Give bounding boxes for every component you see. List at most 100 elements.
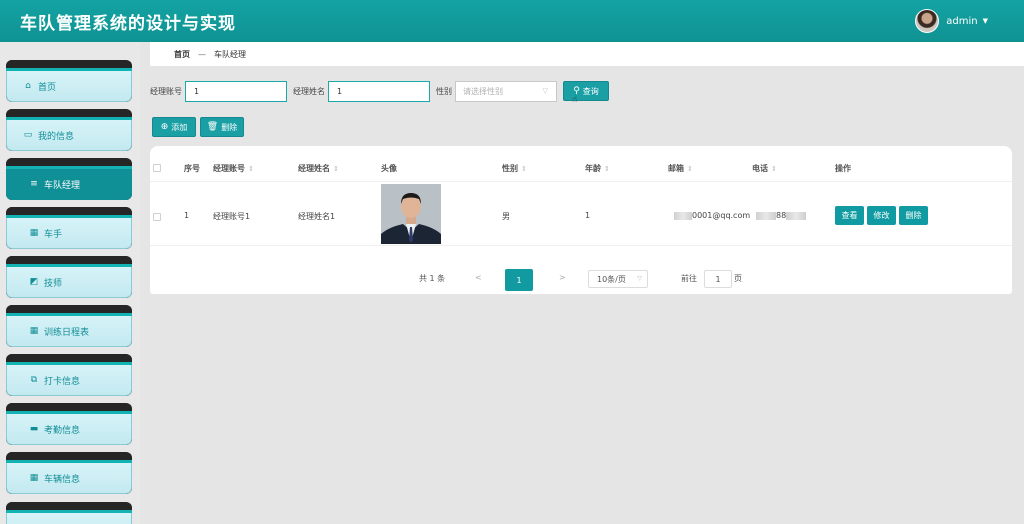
sidebar-item-checkin[interactable]: ⧉ 打卡信息 — [6, 354, 132, 396]
col-name-label: 经理姓名 — [298, 164, 330, 173]
sort-icon[interactable]: ⇕ — [248, 165, 254, 173]
col-phone[interactable]: 电话 ⇕ — [752, 163, 777, 174]
sidebar-item-attendance[interactable]: ▬ 考勤信息 — [6, 403, 132, 445]
sidebar-item-my-info[interactable]: ▭ 我的信息 — [6, 109, 132, 151]
sort-icon[interactable]: ⇕ — [771, 165, 777, 173]
sort-icon[interactable]: ⇕ — [521, 165, 527, 173]
col-email[interactable]: 邮箱 ⇕ — [668, 163, 693, 174]
redacted-mask — [786, 211, 807, 220]
cell-gender: 男 — [502, 212, 510, 221]
sidebar-item-label: 考勤信息 — [44, 425, 81, 436]
home-icon: ⌂ — [25, 80, 31, 91]
add-label: 添加 — [171, 122, 188, 132]
chart-icon: ◩ — [29, 276, 39, 287]
table-header: 序号 经理账号 ⇕ 经理姓名 ⇕ 头像 性别 ⇕ 年龄 ⇕ 邮箱 ⇕ 电话 ⇕ 操作 — [150, 154, 1012, 182]
col-gender[interactable]: 性别 ⇕ — [502, 163, 527, 174]
next-page-button[interactable]: > — [559, 273, 566, 282]
phone-text: 88 — [776, 211, 787, 220]
sort-icon[interactable]: ⇕ — [687, 165, 693, 173]
id-card-icon: ▭ — [23, 129, 33, 140]
delete-button[interactable]: 删除 — [899, 206, 928, 225]
delete-label: 删除 — [221, 122, 238, 132]
sidebar-item-label: 首页 — [38, 82, 57, 93]
row-checkbox[interactable] — [153, 213, 161, 221]
page-size-label: 10条/页 — [597, 274, 626, 284]
grid-icon: ▦ — [29, 325, 39, 336]
caret-down-icon[interactable]: ▼ — [983, 17, 988, 25]
list-icon: ≡ — [30, 178, 38, 189]
user-menu[interactable]: admin ▼ — [915, 9, 988, 33]
search-form: 经理账号 1 经理姓名 1 性别 请选择性别 ▽ ⚲ 查询 — [150, 80, 1024, 102]
cell-index: 1 — [184, 211, 190, 220]
col-email-label: 邮箱 — [668, 164, 684, 173]
grid-icon: ▦ — [29, 472, 39, 483]
edit-button[interactable]: 修改 — [867, 206, 896, 225]
user-avatar[interactable] — [915, 9, 940, 33]
sort-icon[interactable]: ⇕ — [604, 165, 610, 173]
add-button[interactable]: ⊕ 添加 — [152, 117, 196, 137]
col-account-label: 经理账号 — [213, 164, 245, 173]
page-button-current[interactable]: 1 — [505, 269, 533, 291]
name-input[interactable]: 1 — [328, 80, 430, 102]
breadcrumb: 首页 — 车队经理 — [150, 42, 1024, 66]
col-gender-label: 性别 — [502, 164, 518, 173]
cell-age: 1 — [585, 211, 591, 220]
mouse-pointer-icon: ☝ — [572, 95, 578, 105]
sidebar-item-label: 打卡信息 — [44, 376, 81, 387]
grid-icon: ▦ — [29, 227, 39, 238]
col-age[interactable]: 年龄 ⇕ — [585, 163, 610, 174]
sidebar-item-vehicles[interactable]: ▦ 车辆信息 — [6, 452, 132, 494]
batch-delete-button[interactable]: 🗑 删除 — [200, 117, 244, 137]
app-title: 车队管理系统的设计与实现 — [20, 13, 236, 34]
sidebar-item-drivers[interactable]: ▦ 车手 — [6, 207, 132, 249]
col-phone-label: 电话 — [752, 164, 768, 173]
sidebar-item-label: 训练日程表 — [44, 327, 90, 338]
plus-circle-icon: ⊕ — [160, 122, 169, 132]
goto-label: 前往 — [681, 274, 697, 283]
breadcrumb-home[interactable]: 首页 — [174, 49, 190, 60]
pagination: 共 1 条 < 1 > 10条/页 ▽ 前往 1 页 — [150, 264, 1012, 294]
manager-avatar-photo[interactable] — [381, 184, 441, 244]
gender-placeholder: 请选择性别 — [463, 86, 503, 96]
prev-page-button[interactable]: < — [475, 273, 482, 282]
cell-email: 0001@qq.com — [674, 211, 750, 220]
view-button[interactable]: 查看 — [835, 206, 864, 225]
sidebar-item-partial[interactable] — [6, 502, 132, 524]
page-unit-label: 页 — [734, 274, 742, 283]
sidebar-item-manager[interactable]: ≡ 车队经理 — [6, 158, 132, 200]
query-button[interactable]: ⚲ 查询 — [563, 81, 609, 101]
cell-phone: 88 — [756, 211, 807, 220]
sidebar-item-home[interactable]: ⌂ 首页 — [6, 60, 132, 102]
email-text: 0001@qq.com — [692, 211, 751, 220]
main-content: 首页 — 车队经理 经理账号 1 经理姓名 1 性别 请选择性别 ▽ ⚲ 查询 … — [150, 42, 1024, 524]
col-account[interactable]: 经理账号 ⇕ — [213, 163, 254, 174]
cell-name: 经理姓名1 — [298, 212, 336, 221]
sidebar: ⌂ 首页 ▭ 我的信息 ≡ 车队经理 ▦ 车手 ◩ 技师 ▦ 训练日程表 ⧉ 打卡信息 ▬ 考勤… — [0, 42, 140, 524]
select-all-checkbox[interactable] — [153, 164, 161, 172]
page-size-select[interactable]: 10条/页 ▽ — [588, 270, 648, 288]
table-row: 1 经理账号1 经理姓名1 男 1 0001@qq.com 88 查看 修改 删… — [150, 182, 1012, 246]
col-index: 序号 — [184, 164, 200, 173]
col-name[interactable]: 经理姓名 ⇕ — [298, 163, 339, 174]
col-ops: 操作 — [835, 164, 851, 173]
account-label: 经理账号 — [150, 86, 182, 96]
redacted-mask — [674, 211, 692, 220]
breadcrumb-current: 车队经理 — [214, 49, 246, 59]
sort-icon[interactable]: ⇕ — [333, 165, 339, 173]
sidebar-item-label: 技师 — [44, 278, 63, 289]
sidebar-item-label: 我的信息 — [38, 131, 75, 142]
gender-select[interactable]: 请选择性别 ▽ — [455, 80, 557, 102]
username[interactable]: admin — [946, 16, 977, 27]
trash-icon: 🗑 — [206, 122, 219, 132]
account-input[interactable]: 1 — [185, 80, 287, 102]
sidebar-item-training-schedule[interactable]: ▦ 训练日程表 — [6, 305, 132, 347]
sidebar-item-label: 车队经理 — [44, 180, 81, 191]
chevron-down-icon: ▽ — [637, 275, 642, 282]
name-label: 经理姓名 — [293, 86, 325, 96]
goto-page-input[interactable]: 1 — [704, 270, 732, 288]
sidebar-item-label: 车手 — [44, 229, 63, 240]
top-bar: 车队管理系统的设计与实现 admin ▼ — [0, 0, 1024, 42]
col-age-label: 年龄 — [585, 164, 601, 173]
sidebar-item-technicians[interactable]: ◩ 技师 — [6, 256, 132, 298]
col-avatar: 头像 — [381, 164, 397, 173]
